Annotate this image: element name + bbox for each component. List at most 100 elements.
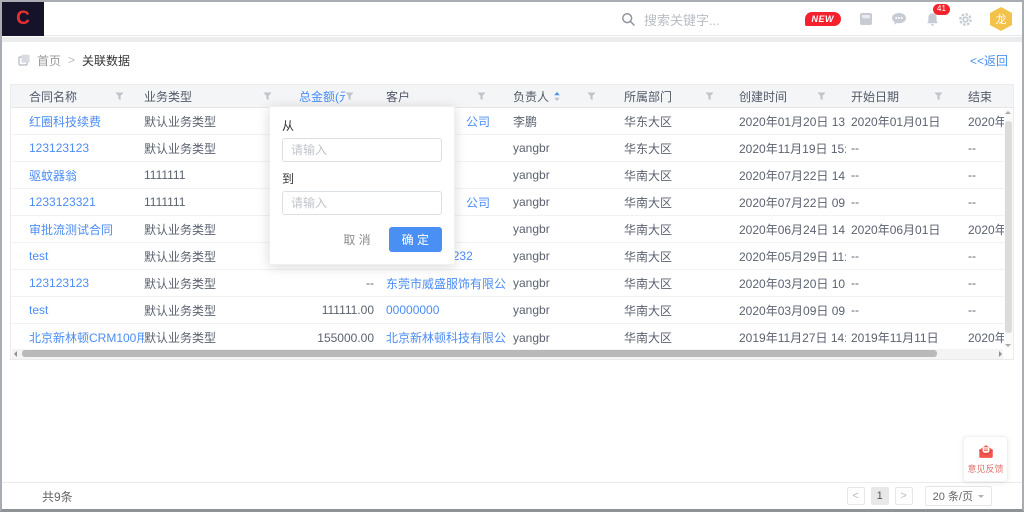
- table-row[interactable]: test默认业务类型111111.0000000000yangbr华南大区202…: [11, 297, 1013, 324]
- feedback-button[interactable]: 意见反馈: [963, 436, 1008, 482]
- column-label: 结束日期: [968, 88, 993, 105]
- top-navbar: C 搜索关键字... NEW 41 龙: [2, 2, 1022, 36]
- dept-cell: 华南大区: [616, 189, 734, 215]
- table-row[interactable]: 123123123默认业务类型--东莞市威盛服饰有限公司yangbr华南大区20…: [11, 270, 1013, 297]
- contract-link[interactable]: test: [29, 249, 48, 263]
- contract-link[interactable]: 123123123: [29, 276, 89, 290]
- new-badge[interactable]: NEW: [805, 12, 842, 26]
- contract-link[interactable]: 驱蚊器翁: [29, 167, 77, 184]
- filter-confirm-button[interactable]: 确 定: [389, 227, 442, 252]
- owner-cell: yangbr: [506, 243, 616, 269]
- breadcrumb-home[interactable]: 首页: [37, 52, 61, 69]
- customer-link[interactable]: 北京新林顿科技有限公司: [386, 329, 506, 346]
- table-row[interactable]: 红圈科技续费默认业务类型公司李鹏华东大区2020年01月20日 13:23202…: [11, 108, 1013, 135]
- breadcrumb-separator: >: [68, 53, 75, 67]
- scroll-down-arrow-icon[interactable]: [1005, 344, 1011, 347]
- contract-link[interactable]: 123123123: [29, 141, 89, 155]
- pagination: < 1 > 20 条/页: [847, 486, 992, 506]
- next-page-button[interactable]: >: [895, 487, 913, 505]
- filter-funnel-icon[interactable]: [115, 92, 124, 101]
- horizontal-scrollbar[interactable]: [12, 349, 1003, 359]
- contract-name-cell: 审批流测试合同: [11, 216, 144, 242]
- notification-count-badge: 41: [933, 4, 950, 15]
- created-cell: 2020年06月24日 14:45: [734, 216, 846, 242]
- prev-page-button[interactable]: <: [847, 487, 865, 505]
- column-header: 所属部门: [616, 85, 734, 107]
- filter-funnel-icon[interactable]: [587, 92, 596, 101]
- filter-funnel-icon[interactable]: [817, 92, 826, 101]
- column-header: 结束日期: [963, 85, 1013, 107]
- table-row[interactable]: 123123123默认业务类型yangbr华东大区2020年11月19日 15:…: [11, 135, 1013, 162]
- contract-name-cell: test: [11, 243, 144, 269]
- column-label: 客户: [386, 88, 410, 105]
- customer-link[interactable]: 公司: [466, 113, 490, 130]
- settings-gear-icon[interactable]: [957, 11, 973, 27]
- filter-cancel-button[interactable]: 取 消: [343, 231, 370, 248]
- table-row[interactable]: 北京新林顿CRM100用户...默认业务类型155000.00北京新林顿科技有限…: [11, 324, 1013, 351]
- type-cell: 默认业务类型: [144, 324, 292, 351]
- owner-cell: 李鹏: [506, 108, 616, 134]
- back-link[interactable]: <<返回: [970, 52, 1008, 69]
- start-cell: --: [846, 162, 963, 188]
- contract-link[interactable]: 审批流测试合同: [29, 221, 113, 238]
- current-page-button[interactable]: 1: [871, 487, 889, 505]
- start-cell: --: [846, 270, 963, 296]
- search-placeholder: 搜索关键字...: [644, 10, 720, 29]
- filter-funnel-icon[interactable]: [705, 92, 714, 101]
- sort-icon[interactable]: [553, 91, 561, 102]
- filter-funnel-icon[interactable]: [345, 92, 354, 101]
- vertical-scrollbar-thumb[interactable]: [1005, 121, 1012, 333]
- owner-cell: yangbr: [506, 162, 616, 188]
- filter-funnel-icon[interactable]: [934, 92, 943, 101]
- messages-icon[interactable]: [891, 11, 907, 27]
- start-cell: 2019年11月11日: [846, 324, 963, 351]
- contract-link[interactable]: 红圈科技续费: [29, 113, 101, 130]
- table-row[interactable]: 审批流测试合同默认业务类型150000.00白度yangbr华南大区2020年0…: [11, 216, 1013, 243]
- start-cell: 2020年01月01日: [846, 108, 963, 134]
- contract-link[interactable]: 北京新林顿CRM100用户...: [29, 329, 144, 346]
- customer-cell: 北京新林顿科技有限公司: [374, 324, 506, 351]
- breadcrumb: 首页 > 关联数据 <<返回: [2, 42, 1022, 78]
- owner-cell: yangbr: [506, 135, 616, 161]
- search-icon: [620, 11, 636, 27]
- horizontal-scrollbar-thumb[interactable]: [22, 350, 937, 357]
- vertical-scrollbar[interactable]: [1004, 109, 1013, 349]
- customer-cell: 00000000: [374, 297, 506, 323]
- scroll-up-arrow-icon[interactable]: [1005, 111, 1011, 114]
- type-cell: 默认业务类型: [144, 270, 292, 296]
- global-search-input[interactable]: 搜索关键字...: [620, 2, 720, 36]
- scroll-right-arrow-icon[interactable]: [999, 351, 1002, 357]
- user-avatar[interactable]: 龙: [990, 7, 1012, 31]
- topbar-actions: NEW 41 龙: [805, 2, 1013, 36]
- created-cell: 2019年11月27日 14:18: [734, 324, 846, 351]
- table-row[interactable]: 驱蚊器翁1111111yangbr华南大区2020年07月22日 14:04--…: [11, 162, 1013, 189]
- table-row[interactable]: test默认业务类型400.001331232333232yangbr华南大区2…: [11, 243, 1013, 270]
- notebook-icon[interactable]: [858, 11, 874, 27]
- owner-cell: yangbr: [506, 189, 616, 215]
- contract-link[interactable]: test: [29, 303, 48, 317]
- dept-cell: 华南大区: [616, 243, 734, 269]
- type-cell: 默认业务类型: [144, 297, 292, 323]
- contract-name-cell: 北京新林顿CRM100用户...: [11, 324, 144, 351]
- dept-cell: 华南大区: [616, 162, 734, 188]
- customer-link[interactable]: 00000000: [386, 303, 439, 317]
- column-header: 开始日期: [846, 85, 963, 107]
- owner-cell: yangbr: [506, 297, 616, 323]
- filter-funnel-icon[interactable]: [263, 92, 272, 101]
- start-cell: --: [846, 135, 963, 161]
- contract-name-cell: 1233123321: [11, 189, 144, 215]
- filter-from-input[interactable]: [282, 138, 442, 162]
- filter-to-input[interactable]: [282, 191, 442, 215]
- app-logo[interactable]: C: [2, 2, 44, 36]
- owner-cell: yangbr: [506, 216, 616, 242]
- scroll-left-arrow-icon[interactable]: [14, 351, 17, 357]
- contract-link[interactable]: 1233123321: [29, 195, 96, 209]
- page-size-select[interactable]: 20 条/页: [925, 486, 992, 506]
- table-row[interactable]: 12331233211111111公司yangbr华南大区2020年07月22日…: [11, 189, 1013, 216]
- customer-link[interactable]: 东莞市威盛服饰有限公司: [386, 275, 506, 292]
- filter-funnel-icon[interactable]: [477, 92, 486, 101]
- customer-link[interactable]: 公司: [466, 194, 490, 211]
- notifications-bell-icon[interactable]: 41: [924, 11, 940, 27]
- created-cell: 2020年07月22日 14:04: [734, 162, 846, 188]
- column-label: 业务类型: [144, 88, 192, 105]
